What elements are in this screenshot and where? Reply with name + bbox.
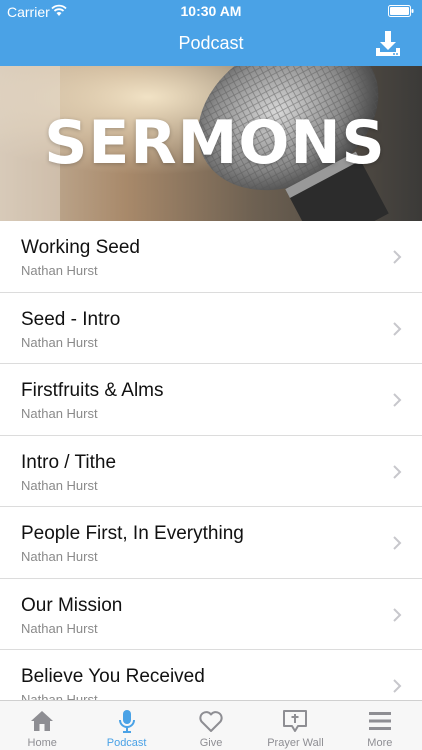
chevron-right-icon [393, 464, 402, 479]
chevron-right-icon [393, 250, 402, 264]
tab-label: Home [27, 737, 57, 749]
list-item[interactable]: Firstfruits & Alms Nathan Hurst [0, 364, 422, 436]
sermon-author: Nathan Hurst [21, 620, 98, 636]
sermon-title: Believe You Received [21, 666, 205, 687]
sermon-author: Nathan Hurst [21, 477, 98, 493]
sermon-author: Nathan Hurst [21, 263, 98, 278]
list-item[interactable]: Working Seed Nathan Hurst [0, 221, 422, 293]
sermon-author: Nathan Hurst [21, 549, 98, 564]
tab-give[interactable]: Give [169, 701, 253, 750]
chevron-right-icon [393, 321, 402, 336]
heart-icon [199, 711, 223, 732]
chevron-right-icon [393, 607, 402, 622]
prayer-wall-icon [283, 710, 308, 732]
download-icon[interactable] [372, 28, 404, 60]
status-bar: Carrier 10:30 AM [0, 0, 422, 22]
sermon-title: Intro / Tithe [21, 451, 117, 473]
sermon-list: Working Seed Nathan Hurst Seed - Intro N… [0, 221, 422, 700]
nav-bar: Podcast [0, 22, 422, 66]
menu-icon [368, 712, 391, 730]
tab-bar: Home Podcast Give Prayer Wall More [0, 700, 422, 750]
sermon-title: Seed - Intro [21, 308, 121, 330]
list-item[interactable]: Believe You Received Nathan Hurst [0, 650, 422, 700]
list-item[interactable]: People First, In Everything Nathan Hurst [0, 507, 422, 579]
sermon-title: Firstfruits & Alms [21, 380, 164, 401]
sermon-author: Nathan Hurst [21, 334, 98, 350]
sermon-author: Nathan Hurst [21, 406, 98, 421]
sermon-author: Nathan Hurst [21, 692, 98, 700]
chevron-right-icon [393, 679, 402, 693]
list-item[interactable]: Seed - Intro Nathan Hurst [0, 292, 422, 364]
list-item[interactable]: Intro / Tithe Nathan Hurst [0, 435, 422, 507]
status-time: 10:30 AM [180, 3, 242, 19]
sermon-title: Working Seed [21, 237, 140, 258]
chevron-right-icon [393, 393, 402, 407]
microphone-icon [118, 710, 135, 733]
chevron-right-icon [393, 536, 402, 550]
tab-prayer-wall[interactable]: Prayer Wall [253, 701, 337, 750]
battery-icon [388, 5, 414, 17]
tab-home[interactable]: Home [0, 701, 84, 750]
tab-more[interactable]: More [338, 701, 422, 750]
sermons-banner: SERMONS [0, 66, 422, 221]
list-item[interactable]: Our Mission Nathan Hurst [0, 578, 422, 650]
sermon-title: People First, In Everything [21, 523, 244, 544]
tab-label: More [367, 737, 393, 749]
home-icon [31, 711, 54, 731]
tab-podcast[interactable]: Podcast [84, 701, 168, 750]
tab-label: Prayer Wall [267, 737, 324, 749]
sermon-title: Our Mission [21, 594, 123, 616]
page-title: Podcast [178, 33, 244, 53]
tab-label: Give [199, 737, 223, 749]
banner-title: SERMONS [44, 108, 386, 178]
tab-label: Podcast [106, 737, 147, 749]
